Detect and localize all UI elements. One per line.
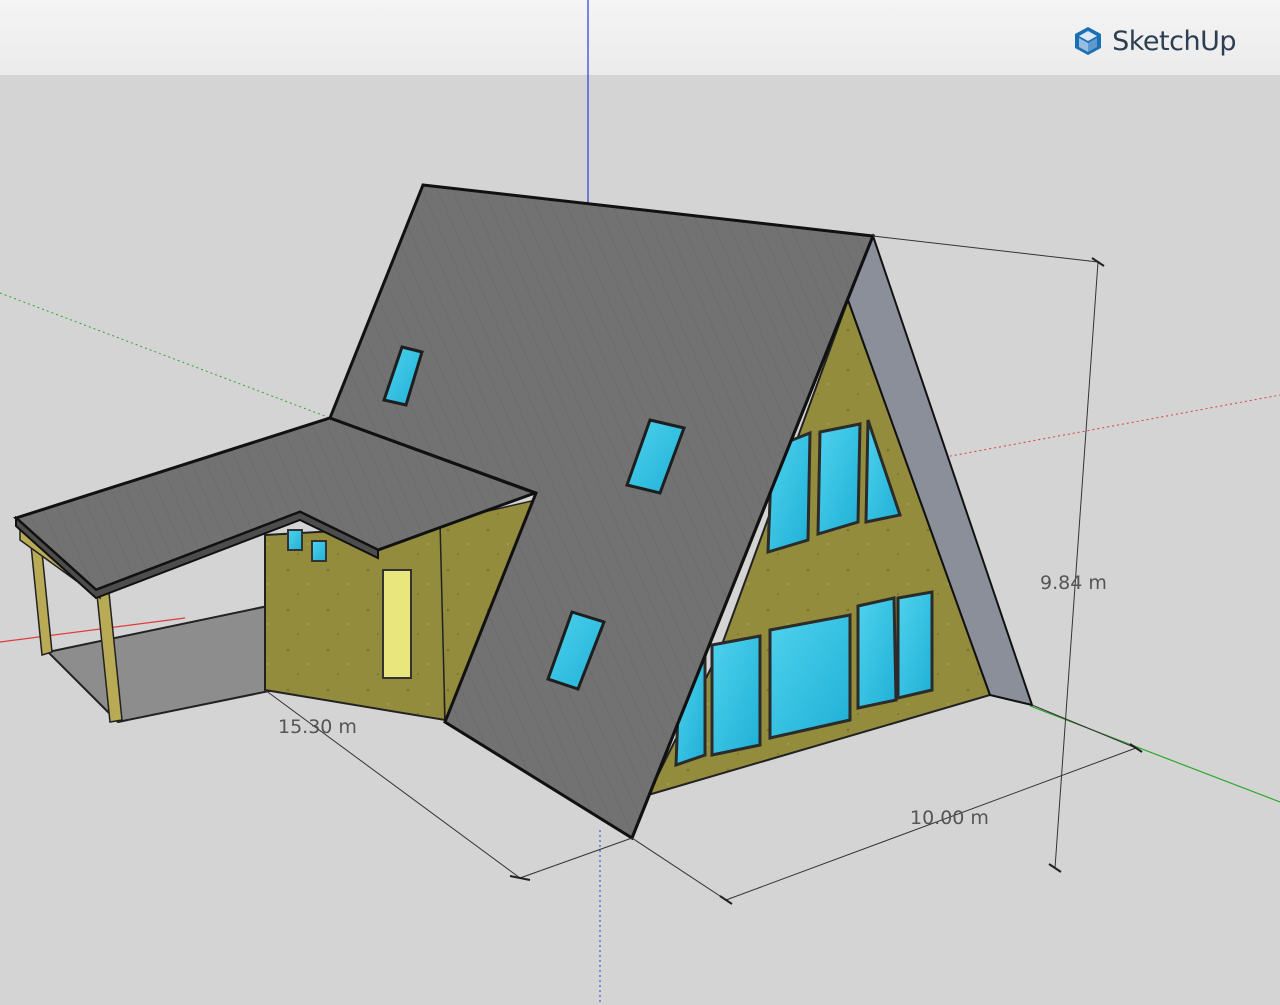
dimension-height-label: 9.84 m	[1040, 572, 1107, 594]
annex-wall	[264, 523, 447, 722]
sketchup-logo-icon	[1075, 27, 1102, 55]
green-axis	[1029, 705, 1280, 803]
dimension-length-label: 15.30 m	[278, 716, 357, 738]
green-axis-dotted	[0, 292, 331, 419]
model-viewport[interactable]: 15.30 m 10.00 m 9.84 m	[0, 0, 1280, 1005]
sketchup-wordmark: SketchUp	[1112, 25, 1236, 57]
dimension-width-label: 10.00 m	[910, 807, 989, 829]
sketchup-brand: SketchUp	[1072, 22, 1236, 60]
annex-door	[382, 569, 412, 679]
annex-window	[287, 529, 303, 551]
annex-window	[311, 540, 327, 562]
red-axis-dotted	[939, 394, 1280, 459]
